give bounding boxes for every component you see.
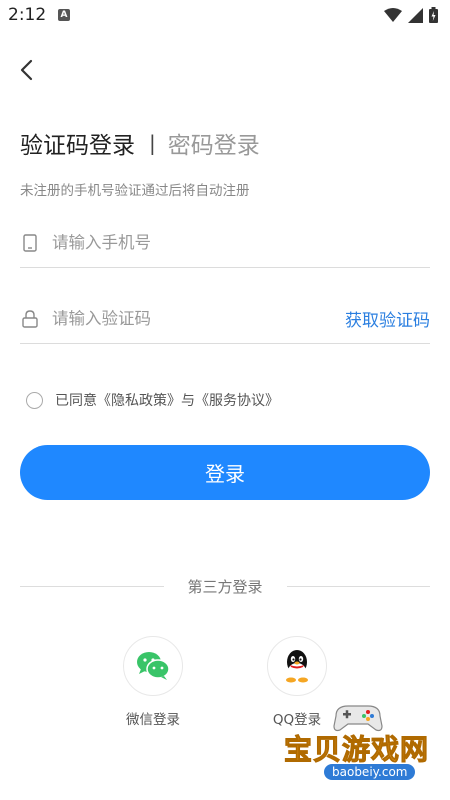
- login-button[interactable]: 登录: [20, 445, 430, 500]
- status-time: 2:12: [8, 5, 47, 25]
- qq-icon: [286, 650, 308, 683]
- agreement-text: 已同意《隐私政策》与《服务协议》: [55, 390, 279, 410]
- lock-icon: [20, 309, 40, 329]
- back-arrow-icon: [20, 59, 33, 81]
- agreement-row: 已同意《隐私政策》与《服务协议》: [26, 388, 279, 412]
- watermark-logo: 宝贝游戏网 baobeiy.com: [280, 700, 430, 790]
- phone-input[interactable]: [52, 222, 430, 263]
- phone-field: [20, 218, 430, 268]
- third-party-divider: 第三方登录: [20, 575, 431, 597]
- privacy-policy-link[interactable]: 《隐私政策》: [97, 393, 181, 409]
- wechat-icon-circle: [123, 636, 183, 696]
- tab-password-login[interactable]: 密码登录: [168, 126, 260, 160]
- wechat-icon: [137, 652, 170, 680]
- signal-icon: [408, 7, 423, 23]
- wifi-icon: [384, 7, 402, 22]
- agreement-checkbox[interactable]: [26, 391, 43, 409]
- divider-line-left: [20, 585, 164, 587]
- get-code-button[interactable]: 获取验证码: [335, 306, 430, 331]
- notification-badge-icon: A: [58, 9, 70, 21]
- third-party-title: 第三方登录: [187, 577, 263, 596]
- agreement-prefix: 已同意: [55, 393, 97, 409]
- watermark-url: baobeiy.com: [324, 764, 416, 780]
- watermark-title: 宝贝游戏网: [283, 733, 430, 767]
- status-bar: 2:12 A: [0, 0, 450, 30]
- agreement-conjunction: 与: [181, 393, 195, 409]
- tab-sms-login[interactable]: 验证码登录: [20, 126, 135, 160]
- login-type-tabs: 验证码登录 | 密码登录: [20, 126, 260, 160]
- status-icons: [384, 7, 438, 23]
- battery-icon: [429, 7, 438, 23]
- service-agreement-link[interactable]: 《服务协议》: [195, 393, 279, 409]
- code-field: 获取验证码: [20, 294, 430, 344]
- back-button[interactable]: [14, 56, 42, 84]
- wechat-login-label: 微信登录: [126, 712, 180, 728]
- phone-icon: [20, 233, 40, 253]
- code-input[interactable]: [52, 298, 335, 339]
- register-hint: 未注册的手机号验证通过后将自动注册: [20, 183, 250, 199]
- tab-separator: |: [149, 131, 156, 155]
- wechat-login-button[interactable]: 微信登录: [108, 636, 198, 728]
- qq-icon-circle: [267, 636, 327, 696]
- divider-line-right: [286, 585, 431, 587]
